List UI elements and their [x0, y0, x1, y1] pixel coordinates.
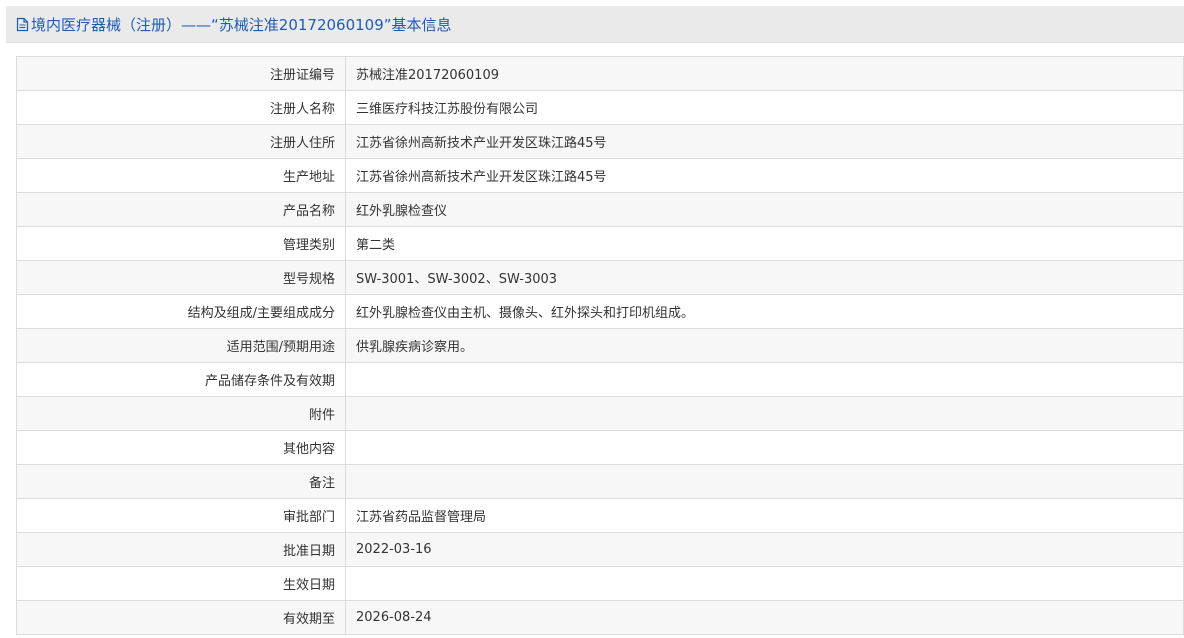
row-value: 三维医疗科技江苏股份有限公司 — [345, 90, 1184, 125]
row-label: 注册人住所 — [16, 124, 346, 159]
row-value: 供乳腺疾病诊察用。 — [345, 328, 1184, 363]
row-value: 2026-08-24 — [345, 600, 1184, 635]
table-row: 注册人住所 江苏省徐州高新技术产业开发区珠江路45号 — [16, 124, 1184, 159]
row-label: 管理类别 — [16, 226, 346, 261]
row-value: 2022-03-16 — [345, 532, 1184, 567]
table-row: 附件 — [16, 396, 1184, 431]
row-label: 生产地址 — [16, 158, 346, 193]
table-row: 备注 — [16, 464, 1184, 499]
info-table: 注册证编号 苏械注准20172060109 注册人名称 三维医疗科技江苏股份有限… — [16, 56, 1184, 635]
table-row: 注册人名称 三维医疗科技江苏股份有限公司 — [16, 90, 1184, 125]
row-label: 有效期至 — [16, 600, 346, 635]
row-label: 批准日期 — [16, 532, 346, 567]
row-value — [345, 464, 1184, 499]
row-label: 备注 — [16, 464, 346, 499]
table-row: 生产地址 江苏省徐州高新技术产业开发区珠江路45号 — [16, 158, 1184, 193]
row-label: 生效日期 — [16, 566, 346, 601]
title-bar: 境内医疗器械（注册）——“苏械注准20172060109”基本信息 — [6, 6, 1184, 43]
info-table-container: 注册证编号 苏械注准20172060109 注册人名称 三维医疗科技江苏股份有限… — [16, 56, 1184, 638]
row-label: 注册证编号 — [16, 56, 346, 91]
row-label: 结构及组成/主要组成成分 — [16, 294, 346, 329]
row-label: 适用范围/预期用途 — [16, 328, 346, 363]
row-value — [345, 362, 1184, 397]
table-row: 结构及组成/主要组成成分 红外乳腺检查仪由主机、摄像头、红外探头和打印机组成。 — [16, 294, 1184, 329]
table-row: 产品名称 红外乳腺检查仪 — [16, 192, 1184, 227]
row-value: 江苏省药品监督管理局 — [345, 498, 1184, 533]
row-value: 红外乳腺检查仪 — [345, 192, 1184, 227]
page-title: 境内医疗器械（注册）——“苏械注准20172060109”基本信息 — [31, 15, 452, 34]
row-value — [345, 566, 1184, 601]
table-row: 产品储存条件及有效期 — [16, 362, 1184, 397]
row-label: 产品储存条件及有效期 — [16, 362, 346, 397]
row-label: 其他内容 — [16, 430, 346, 465]
table-row: 管理类别 第二类 — [16, 226, 1184, 261]
row-label: 审批部门 — [16, 498, 346, 533]
table-row: 生效日期 — [16, 566, 1184, 601]
row-label: 产品名称 — [16, 192, 346, 227]
row-value: 江苏省徐州高新技术产业开发区珠江路45号 — [345, 124, 1184, 159]
table-row: 其他内容 — [16, 430, 1184, 465]
row-value: 红外乳腺检查仪由主机、摄像头、红外探头和打印机组成。 — [345, 294, 1184, 329]
table-row: 适用范围/预期用途 供乳腺疾病诊察用。 — [16, 328, 1184, 363]
table-row: 有效期至 2026-08-24 — [16, 600, 1184, 635]
row-label: 型号规格 — [16, 260, 346, 295]
table-row: 审批部门 江苏省药品监督管理局 — [16, 498, 1184, 533]
row-label: 注册人名称 — [16, 90, 346, 125]
table-row: 型号规格 SW-3001、SW-3002、SW-3003 — [16, 260, 1184, 295]
document-icon — [16, 17, 29, 32]
page-frame: 境内医疗器械（注册）——“苏械注准20172060109”基本信息 注册证编号 … — [0, 0, 1184, 638]
table-row: 批准日期 2022-03-16 — [16, 532, 1184, 567]
table-row: 注册证编号 苏械注准20172060109 — [16, 56, 1184, 91]
row-value: SW-3001、SW-3002、SW-3003 — [345, 260, 1184, 295]
row-value — [345, 396, 1184, 431]
row-label: 附件 — [16, 396, 346, 431]
row-value — [345, 430, 1184, 465]
row-value: 第二类 — [345, 226, 1184, 261]
row-value: 苏械注准20172060109 — [345, 56, 1184, 91]
row-value: 江苏省徐州高新技术产业开发区珠江路45号 — [345, 158, 1184, 193]
